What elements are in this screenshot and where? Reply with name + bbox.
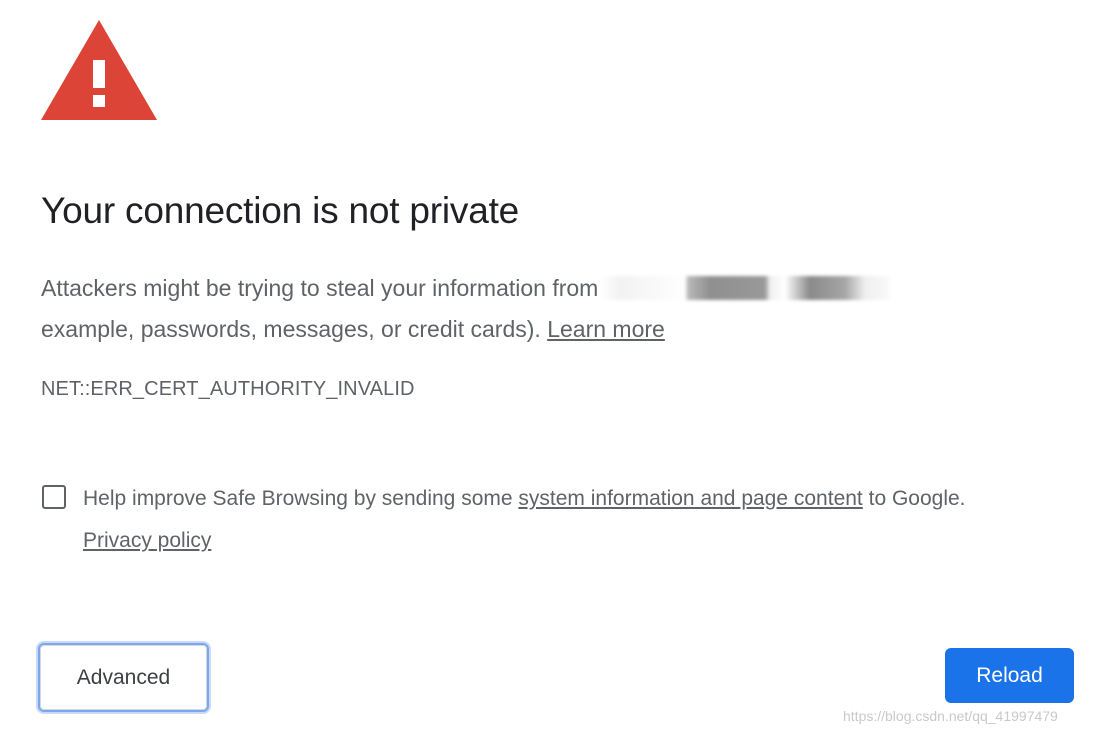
safe-browsing-text: Help improve Safe Browsing by sending so… [83,487,513,510]
watermark: https://blog.csdn.net/qq_41997479 [843,708,1058,724]
page-title: Your connection is not private [41,190,520,231]
learn-more-link[interactable]: Learn more [547,316,665,342]
reload-button[interactable]: Reload [945,648,1074,703]
description-text: Attackers might be trying to steal your … [41,275,599,301]
redacted-hostname [600,275,891,300]
privacy-policy-link[interactable]: Privacy policy [83,529,211,552]
advanced-button[interactable]: Advanced [38,643,209,712]
error-description: Attackers might be trying to steal your … [41,268,1051,350]
safe-browsing-text-end: to Google. [868,487,966,510]
safe-browsing-checkbox[interactable] [42,485,66,509]
safe-browsing-opt-in: Help improve Safe Browsing by sending so… [83,478,1083,562]
description-text-continued: example, passwords, messages, or credit … [41,316,541,342]
system-info-link[interactable]: system information and page content [518,487,862,510]
warning-triangle-icon [41,20,157,120]
error-code: NET::ERR_CERT_AUTHORITY_INVALID [41,378,415,400]
